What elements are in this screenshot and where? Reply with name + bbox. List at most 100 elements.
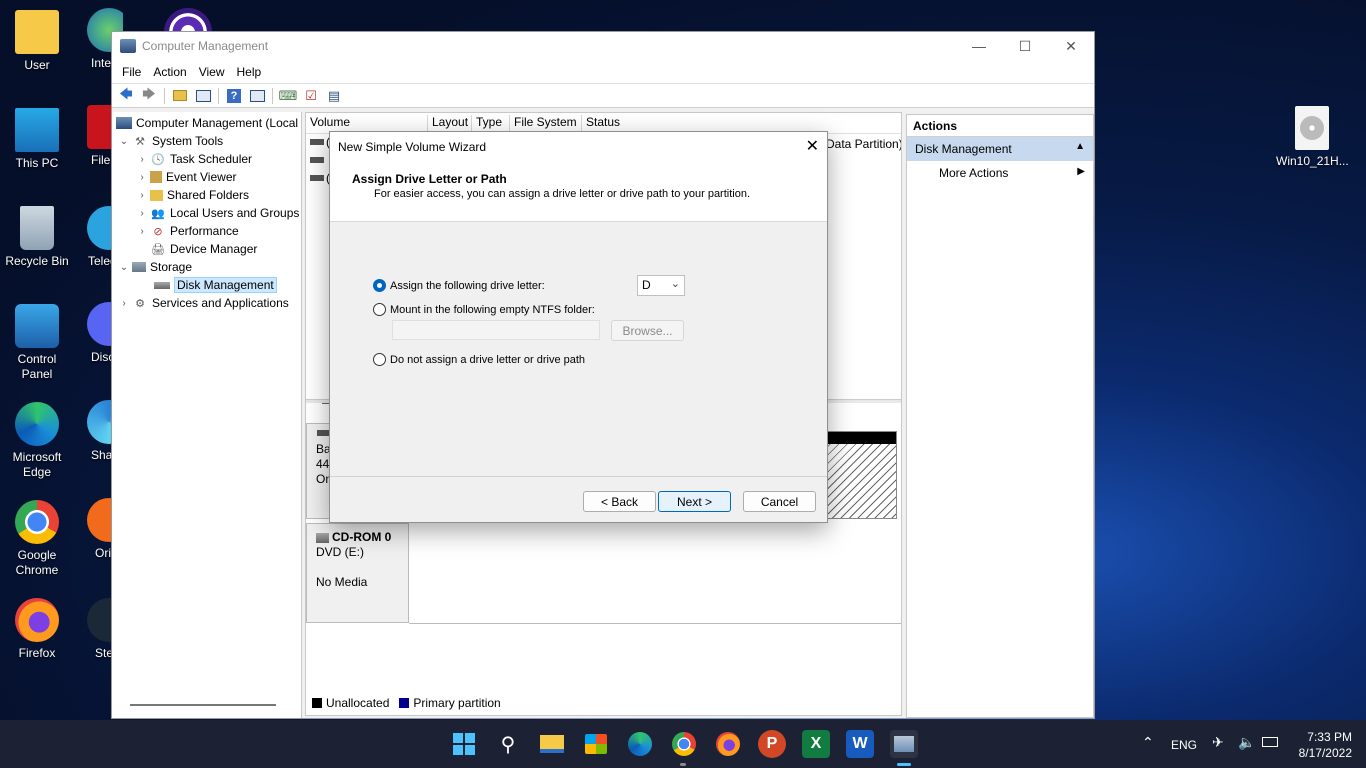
desktop-icon-recycle-bin[interactable]: Recycle Bin	[1, 206, 73, 269]
option-no-letter[interactable]: Do not assign a drive letter or drive pa…	[373, 353, 585, 366]
forward-arrow-icon[interactable]: 🡆	[139, 86, 159, 105]
option-mount-folder[interactable]: Mount in the following empty NTFS folder…	[373, 303, 595, 316]
up-folder-icon[interactable]	[170, 87, 190, 105]
tree-task-scheduler[interactable]: › 🕓 Task Scheduler	[112, 150, 301, 168]
chevron-down-icon[interactable]: ⌄	[118, 136, 130, 147]
radio-mount-folder[interactable]	[373, 303, 386, 316]
chevron-right-icon[interactable]: ›	[136, 226, 148, 237]
store-icon[interactable]	[582, 730, 610, 758]
unallocated-swatch	[312, 698, 322, 708]
tree-local-users[interactable]: › 👥 Local Users and Groups	[112, 204, 301, 222]
desktop-icon-chrome[interactable]: Google Chrome	[1, 500, 73, 578]
drive-letter-select[interactable]: D ⌄	[637, 275, 685, 296]
minimize-button[interactable]: —	[956, 32, 1002, 60]
browse-button[interactable]: Browse...	[611, 320, 684, 341]
desktop-icon-win10-iso[interactable]: Win10_21H...	[1276, 106, 1349, 169]
tree-root[interactable]: Computer Management (Local	[112, 114, 301, 132]
connect-disk-icon[interactable]: ⌨	[278, 87, 298, 105]
taskbar: ⚲ P X W ⌃ ENG ✈ 🔈 7:33 PM 8/17/2022	[0, 720, 1366, 768]
clock-time: 7:33 PM	[1307, 730, 1352, 744]
chevron-up-icon[interactable]: ⌃	[1142, 734, 1154, 751]
option-assign-letter[interactable]: Assign the following drive letter:	[373, 279, 545, 292]
chevron-right-icon[interactable]: ›	[136, 208, 148, 219]
chevron-down-icon[interactable]: ⌄	[118, 262, 130, 273]
checklist-icon[interactable]: ☑	[301, 87, 321, 105]
users-icon: 👥	[151, 207, 165, 220]
properties-icon[interactable]: ▤	[324, 87, 344, 105]
close-button[interactable]: ✕	[1048, 32, 1094, 60]
clock[interactable]: 7:33 PM 8/17/2022	[1290, 729, 1352, 761]
back-button[interactable]: < Back	[583, 491, 656, 512]
menu-action[interactable]: Action	[147, 65, 192, 79]
firefox-taskbar-icon[interactable]	[714, 730, 742, 758]
show-hide-tree-icon[interactable]	[193, 87, 213, 105]
menu-help[interactable]: Help	[231, 65, 268, 79]
services-icon: ⚙	[135, 297, 145, 310]
tree-system-tools[interactable]: ⌄ ⚒ System Tools	[112, 132, 301, 150]
disk-icon	[154, 281, 170, 289]
chevron-right-icon[interactable]: ›	[118, 298, 130, 309]
tree-services-applications[interactable]: › ⚙ Services and Applications	[112, 294, 301, 312]
radio-assign-letter[interactable]	[373, 279, 386, 292]
chevron-right-icon[interactable]: ›	[136, 154, 148, 165]
volume-row[interactable]	[310, 157, 324, 163]
menu-view[interactable]: View	[193, 65, 231, 79]
tree-device-manager[interactable]: 🖨 Device Manager	[112, 240, 301, 258]
tree-shared-folders[interactable]: › Shared Folders	[112, 186, 301, 204]
toolbar: 🡄 🡆 ? ⌨ ☑ ▤	[112, 84, 1094, 108]
volume-icon[interactable]: 🔈	[1238, 734, 1255, 751]
show-hide-action-pane-icon[interactable]	[247, 87, 267, 105]
more-actions-item[interactable]: More Actions ▶	[907, 161, 1093, 185]
chevron-right-icon[interactable]: ›	[136, 190, 148, 201]
dialog-close-button[interactable]: ✕	[806, 136, 819, 156]
search-icon[interactable]: ⚲	[494, 730, 522, 758]
desktop-icon-this-pc[interactable]: This PC	[1, 108, 73, 171]
file-explorer-icon[interactable]	[538, 730, 566, 758]
desktop-icon-user[interactable]: User	[1, 10, 73, 73]
legend: Unallocated Primary partition	[312, 696, 501, 710]
maximize-button[interactable]: ☐	[1002, 32, 1048, 60]
desktop-icon-edge[interactable]: Microsoft Edge	[1, 402, 73, 480]
tree-storage[interactable]: ⌄ Storage	[112, 258, 301, 276]
radio-no-letter[interactable]	[373, 353, 386, 366]
excel-icon[interactable]: X	[802, 730, 830, 758]
unallocated-partition[interactable]	[825, 431, 897, 519]
chrome-taskbar-icon[interactable]	[670, 730, 698, 758]
word-icon[interactable]: W	[846, 730, 874, 758]
back-arrow-icon[interactable]: 🡄	[116, 86, 136, 105]
menu-file[interactable]: File	[116, 65, 147, 79]
collapse-arrow-icon[interactable]: ▲	[1075, 141, 1085, 152]
clock-icon: 🕓	[151, 153, 165, 166]
tree-event-viewer[interactable]: › Event Viewer	[112, 168, 301, 186]
cdrom-info[interactable]: CD-ROM 0 DVD (E:) No Media	[306, 523, 409, 623]
next-button[interactable]: Next >	[658, 491, 731, 512]
powerpoint-icon[interactable]: P	[758, 730, 786, 758]
airplane-mode-icon[interactable]: ✈	[1212, 734, 1224, 751]
mount-folder-input[interactable]	[392, 320, 600, 340]
tree-disk-management[interactable]: Disk Management	[112, 276, 301, 294]
battery-icon[interactable]	[1262, 737, 1278, 747]
wizard-subheading: For easier access, you can assign a driv…	[374, 188, 751, 200]
device-manager-icon: 🖨	[151, 243, 165, 256]
computer-management-icon	[116, 117, 132, 129]
cd-drive-icon	[316, 532, 329, 543]
edge-taskbar-icon[interactable]	[626, 730, 654, 758]
uplay-icon[interactable]	[164, 8, 212, 32]
desktop-icon-control-panel[interactable]: Control Panel	[1, 304, 73, 382]
computer-management-taskbar-icon[interactable]	[890, 730, 918, 758]
edge-icon	[15, 402, 59, 446]
actions-section-disk-management[interactable]: Disk Management ▲	[907, 137, 1093, 161]
tree-scrollbar[interactable]	[130, 704, 276, 706]
primary-partition-swatch	[399, 698, 410, 708]
disc-image-icon	[1295, 106, 1329, 150]
help-icon[interactable]: ?	[224, 87, 244, 105]
title-bar[interactable]: Computer Management — ☐ ✕	[112, 32, 1094, 60]
language-indicator[interactable]: ENG	[1171, 738, 1197, 752]
tree-performance[interactable]: › ⊘ Performance	[112, 222, 301, 240]
chevron-right-icon[interactable]: ›	[136, 172, 148, 183]
cancel-button[interactable]: Cancel	[743, 491, 816, 512]
start-button[interactable]	[450, 730, 478, 758]
desktop-icon-firefox[interactable]: Firefox	[1, 598, 73, 661]
volume-row[interactable]	[310, 175, 324, 181]
volume-row[interactable]	[310, 139, 324, 145]
